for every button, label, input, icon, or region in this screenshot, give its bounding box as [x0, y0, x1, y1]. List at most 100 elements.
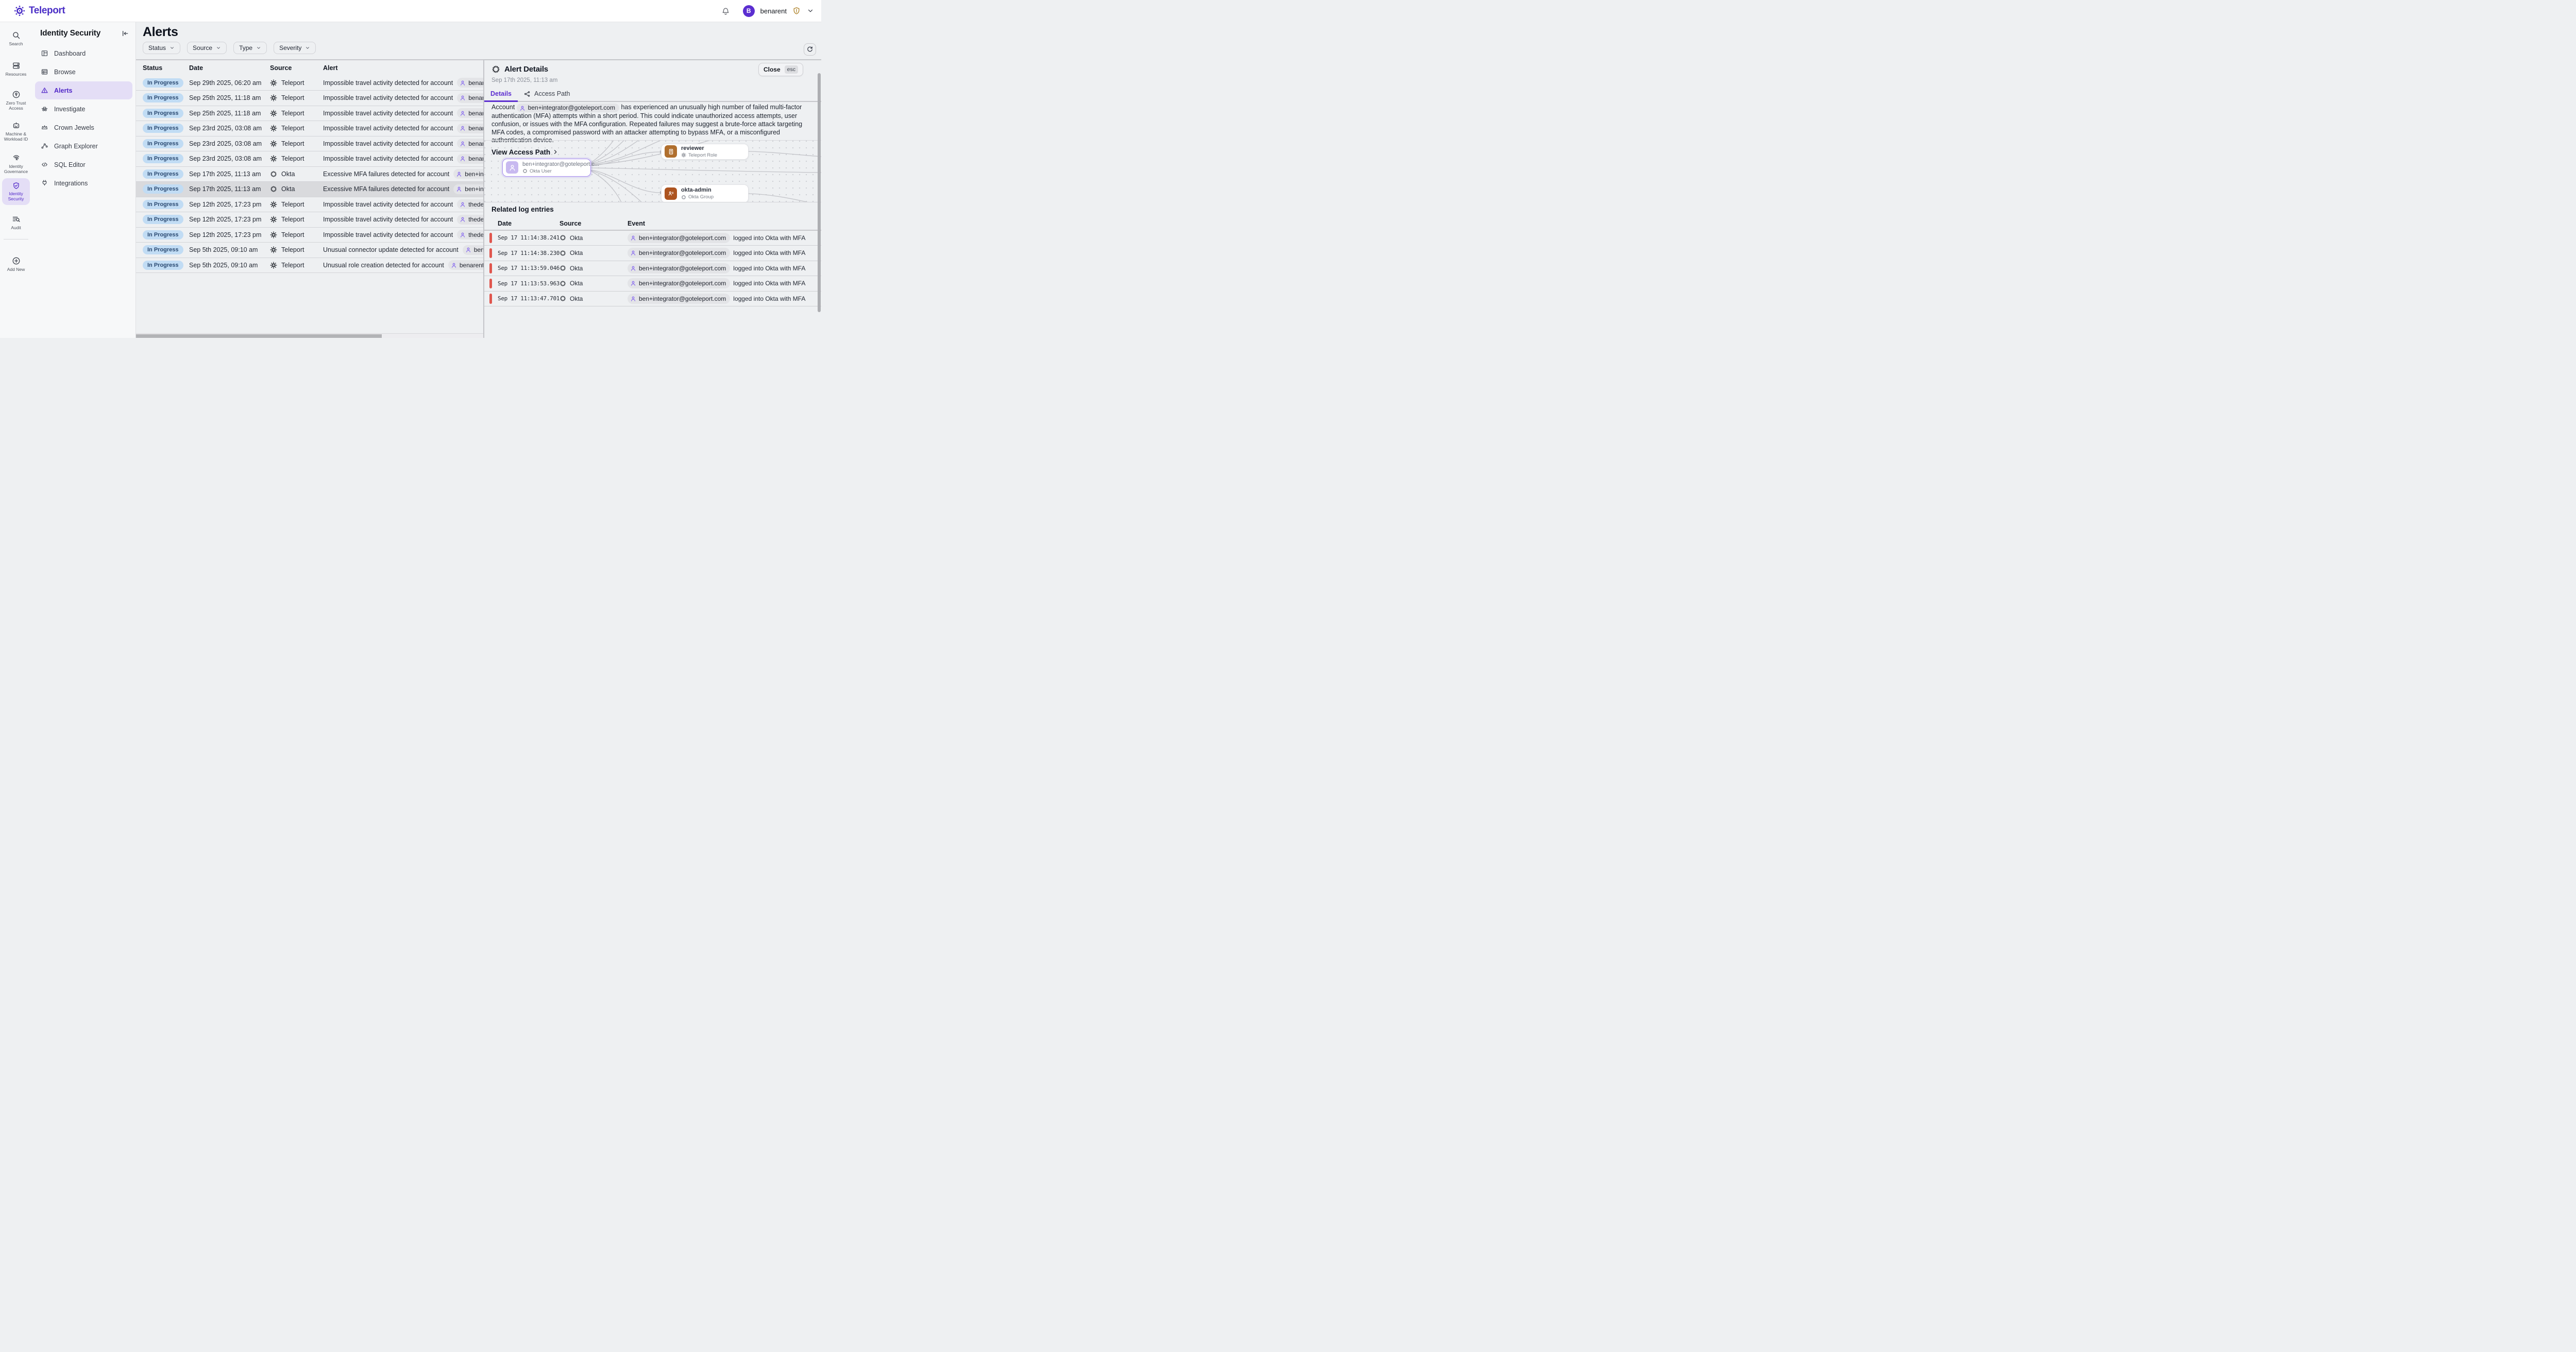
account-chip[interactable]: benarent: [448, 260, 488, 270]
sidebar-item-label: SQL Editor: [54, 161, 86, 168]
log-source: Okta: [560, 280, 628, 287]
log-event: ben+integrator@goteleport.comlogged into…: [628, 263, 821, 273]
account-chip[interactable]: ben+integrator@goteleport.com: [628, 278, 730, 288]
sidebar-item-sql-editor[interactable]: SQL Editor: [35, 156, 132, 174]
log-date: Sep 17 11:14:38.230: [498, 250, 560, 256]
teleport-icon: [270, 94, 277, 101]
filter-type[interactable]: Type: [233, 42, 267, 54]
rail-item-machine-workload-id[interactable]: Machine & Workload ID: [2, 120, 30, 143]
rail-item-zero-trust-access[interactable]: Zero Trust Access: [2, 89, 30, 112]
code-icon: [41, 161, 48, 168]
view-access-path-label: View Access Path: [492, 148, 550, 156]
alert-description: Account ben+integrator@goteleport.com ha…: [492, 104, 813, 145]
status-cell: In Progress: [143, 200, 189, 209]
rail-item-identity-governance[interactable]: Identity Governance: [2, 152, 30, 175]
source-label: Teleport: [281, 110, 304, 117]
collapse-icon: [121, 29, 129, 38]
source-label: Teleport: [281, 262, 304, 269]
account-chip[interactable]: ben+integrator@goteleport.com: [628, 294, 730, 304]
sidebar-item-crown-jewels[interactable]: Crown Jewels: [35, 118, 132, 136]
teleport-icon: [270, 110, 277, 117]
source-cell: Teleport: [270, 201, 323, 208]
sidebar-item-investigate[interactable]: Investigate: [35, 100, 132, 118]
filter-source[interactable]: Source: [187, 42, 227, 54]
sidebar-item-graph-explorer[interactable]: Graph Explorer: [35, 137, 132, 155]
alert-text: Impossible travel activity detected for …: [323, 231, 453, 238]
chevdown-icon: [256, 45, 261, 50]
horizontal-scrollbar-thumb[interactable]: [136, 334, 382, 338]
view-access-path-link[interactable]: View Access Path: [492, 148, 558, 156]
account-chip[interactable]: ben+integrator@goteleport.com: [628, 248, 730, 258]
status-badge: In Progress: [143, 154, 183, 163]
status-badge: In Progress: [143, 139, 183, 148]
source-label: Teleport: [281, 140, 304, 147]
horizontal-scrollbar[interactable]: [136, 333, 483, 338]
status-badge: In Progress: [143, 261, 183, 270]
warning-icon: [41, 87, 48, 94]
log-row[interactable]: Sep 17 11:14:38.241 Okta ben+integrator@go…: [484, 231, 821, 246]
sidebar-item-label: Browse: [54, 69, 76, 76]
status-badge: In Progress: [143, 78, 183, 88]
account-chip[interactable]: ben+integrator@goteleport.com: [517, 104, 619, 112]
notifications-button[interactable]: [721, 6, 731, 16]
tab-details[interactable]: Details: [484, 87, 518, 102]
sidebar-collapse-button[interactable]: [121, 29, 129, 38]
vertical-scrollbar-thumb[interactable]: [818, 73, 821, 312]
log-row[interactable]: Sep 17 11:13:53.963Oktaben+integrator@go…: [484, 276, 821, 292]
access-path-node-okta-user[interactable]: ben+integrator@goteleport.c...Okta User: [502, 159, 591, 177]
rail-item-audit[interactable]: Audit: [2, 214, 30, 231]
rail-footer-items: Add New: [0, 247, 32, 286]
tab-label: Details: [490, 90, 512, 97]
close-button[interactable]: Close esc: [758, 63, 803, 76]
account-name: benarent: [460, 262, 484, 269]
column-header: Date: [498, 220, 560, 227]
node-text: ben+integrator@goteleport.c...Okta User: [522, 161, 599, 174]
alert-timestamp: Sep 17th 2025, 11:13 am: [492, 77, 557, 83]
alert-text: Excessive MFA failures detected for acco…: [323, 170, 449, 178]
log-row[interactable]: Sep 17 11:13:59.046Oktaben+integrator@go…: [484, 261, 821, 277]
rail-item-identity-security[interactable]: Identity Security: [2, 178, 30, 205]
rail-item-search[interactable]: Search: [2, 30, 30, 47]
tab-access-path[interactable]: Access Path: [518, 87, 576, 101]
rail-item-label: Search: [9, 41, 23, 46]
account-chip[interactable]: ben+integrator@goteleport.com: [628, 233, 730, 243]
teleport-logo[interactable]: Teleport: [14, 5, 65, 16]
filter-status[interactable]: Status: [143, 42, 180, 54]
avatar[interactable]: B: [743, 5, 755, 17]
account-chip-label: ben+integrator@goteleport.com: [528, 104, 615, 112]
log-date: Sep 17 11:14:38.241: [498, 234, 560, 241]
sidebar-items: Dashboard Browse AlertsInvestigateCrown Je…: [32, 44, 135, 192]
rail-item-add-new[interactable]: Add New: [2, 255, 30, 273]
user-icon: [460, 80, 466, 86]
sidebar-item-browse[interactable]: Browse: [35, 63, 132, 81]
filter-label: Status: [148, 44, 166, 52]
source-label: Teleport: [281, 125, 304, 132]
sidebar-item-dashboard[interactable]: Dashboard: [35, 44, 132, 62]
user-icon: [460, 125, 466, 131]
user-icon: [451, 262, 457, 268]
username: benarent: [760, 7, 787, 15]
date-cell: Sep 12th 2025, 17:23 pm: [189, 231, 270, 238]
sidebar-item-integrations[interactable]: Integrations: [35, 174, 132, 192]
status-badge: In Progress: [143, 215, 183, 224]
account-chip[interactable]: ben+integrator@goteleport.com: [628, 263, 730, 273]
source-cell: Teleport: [270, 262, 323, 269]
teleport-icon: [270, 140, 277, 147]
node-type: Okta User: [522, 168, 599, 174]
log-row[interactable]: Sep 17 11:13:47.701Oktaben+integrator@go…: [484, 292, 821, 307]
teleport-icon: [270, 79, 277, 87]
log-row[interactable]: Sep 17 11:14:38.230Oktaben+integrator@go…: [484, 246, 821, 261]
account-menu-button[interactable]: [807, 7, 814, 14]
log-source-label: Okta: [570, 234, 583, 242]
sidebar-item-alerts[interactable]: Alerts: [35, 81, 132, 99]
access-path-node-okta-admin[interactable]: okta-adminOkta Group: [661, 184, 749, 202]
rail-item-resources[interactable]: Resources: [2, 60, 30, 78]
filter-severity[interactable]: Severity: [274, 42, 316, 54]
chevron-right-icon: [552, 149, 558, 155]
date-cell: Sep 5th 2025, 09:10 am: [189, 262, 270, 269]
account-name: ben+integrator@goteleport.com: [639, 234, 726, 242]
rail-item-label: Machine & Workload ID: [2, 131, 30, 142]
source-cell: Teleport: [270, 216, 323, 223]
refresh-button[interactable]: [804, 43, 816, 56]
access-path-node-reviewer[interactable]: reviewerTeleport Role: [661, 144, 749, 160]
